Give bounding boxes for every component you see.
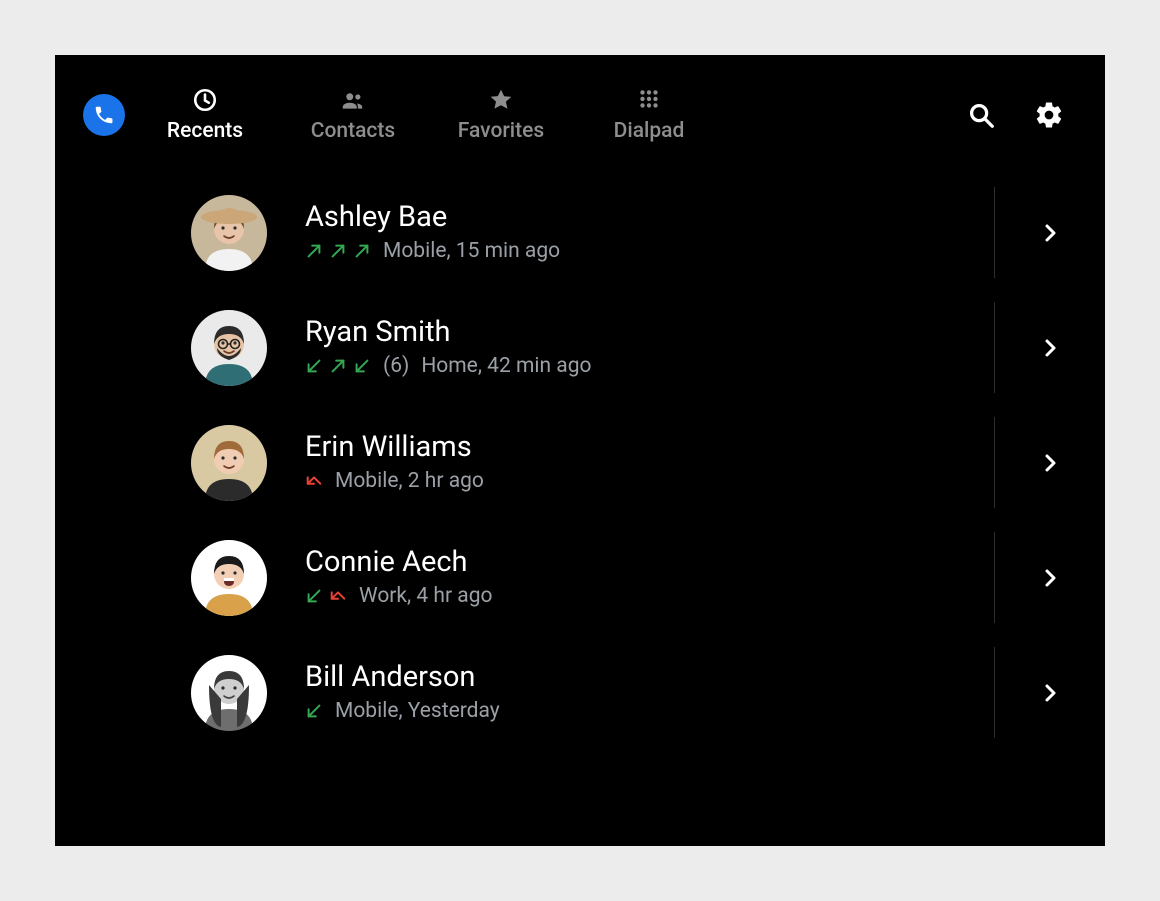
contact-name: Connie Aech [305,547,994,579]
contact-name: Ryan Smith [305,317,994,349]
call-outgoing-icon [329,242,347,260]
call-meta: Mobile, 2 hr ago [305,469,994,493]
call-direction-icons [305,472,323,490]
star-icon [488,87,514,113]
recents-row[interactable]: Connie Aech Work, 4 hr ago [191,520,1105,635]
people-icon [340,87,366,113]
call-outgoing-icon [353,242,371,260]
call-direction-icons [305,357,371,375]
call-count: (6) [383,354,409,378]
contact-name: Bill Anderson [305,662,994,694]
call-meta: Mobile, 15 min ago [305,239,994,263]
tab-label: Favorites [458,119,544,143]
call-info: Ryan Smith (6) Home, 42 min ago [305,317,994,379]
settings-button[interactable] [1029,95,1069,135]
chevron-right-icon [1038,336,1062,360]
phone-app-window: Recents Contacts [55,55,1105,846]
tab-recents[interactable]: Recents [161,87,249,143]
call-missed-icon [329,587,347,605]
chevron-right-icon [1038,566,1062,590]
tab-label: Recents [167,119,243,143]
dialpad-icon [636,87,662,113]
gear-icon [1034,100,1064,130]
call-detail: Mobile, 2 hr ago [335,469,484,493]
contact-avatar [191,195,267,271]
call-detail: Mobile, Yesterday [335,699,500,723]
call-direction-icons [305,702,323,720]
tab-favorites[interactable]: Favorites [457,87,545,143]
contact-avatar [191,425,267,501]
call-info: Ashley Bae Mobile, 15 min ago [305,202,994,264]
tab-label: Contacts [311,119,395,143]
contact-name: Erin Williams [305,432,994,464]
clock-icon [192,87,218,113]
chevron-right-icon [1038,681,1062,705]
call-details-button[interactable] [995,566,1105,590]
call-direction-icons [305,242,371,260]
search-button[interactable] [961,95,1001,135]
call-meta: (6) Home, 42 min ago [305,354,994,378]
search-icon [966,100,996,130]
chevron-right-icon [1038,221,1062,245]
call-details-button[interactable] [995,681,1105,705]
contact-name: Ashley Bae [305,202,994,234]
recents-row[interactable]: Ashley Bae Mobile, 15 min ago [191,175,1105,290]
call-details-button[interactable] [995,336,1105,360]
call-detail: Home, 42 min ago [421,354,591,378]
call-incoming-icon [305,702,323,720]
chevron-right-icon [1038,451,1062,475]
call-outgoing-icon [329,357,347,375]
call-info: Erin Williams Mobile, 2 hr ago [305,432,994,494]
contact-avatar [191,540,267,616]
tab-dialpad[interactable]: Dialpad [605,87,693,143]
contact-avatar [191,655,267,731]
contact-avatar [191,310,267,386]
call-incoming-icon [305,587,323,605]
phone-app-button[interactable] [83,94,125,136]
tabs: Recents Contacts [161,87,693,143]
recents-row[interactable]: Ryan Smith (6) Home, 42 min ago [191,290,1105,405]
call-meta: Mobile, Yesterday [305,699,994,723]
call-outgoing-icon [305,242,323,260]
recents-row[interactable]: Bill Anderson Mobile, Yesterday [191,635,1105,750]
call-incoming-icon [305,357,323,375]
tab-label: Dialpad [614,119,685,143]
call-detail: Mobile, 15 min ago [383,239,560,263]
call-details-button[interactable] [995,221,1105,245]
call-direction-icons [305,587,347,605]
tab-contacts[interactable]: Contacts [309,87,397,143]
call-detail: Work, 4 hr ago [359,584,493,608]
phone-icon [93,104,115,126]
recents-row[interactable]: Erin Williams Mobile, 2 hr ago [191,405,1105,520]
call-meta: Work, 4 hr ago [305,584,994,608]
call-info: Bill Anderson Mobile, Yesterday [305,662,994,724]
recents-list: Ashley Bae Mobile, 15 min ago Ryan Smith… [55,175,1105,750]
call-missed-icon [305,472,323,490]
call-info: Connie Aech Work, 4 hr ago [305,547,994,609]
top-bar: Recents Contacts [55,55,1105,175]
call-incoming-icon [353,357,371,375]
call-details-button[interactable] [995,451,1105,475]
